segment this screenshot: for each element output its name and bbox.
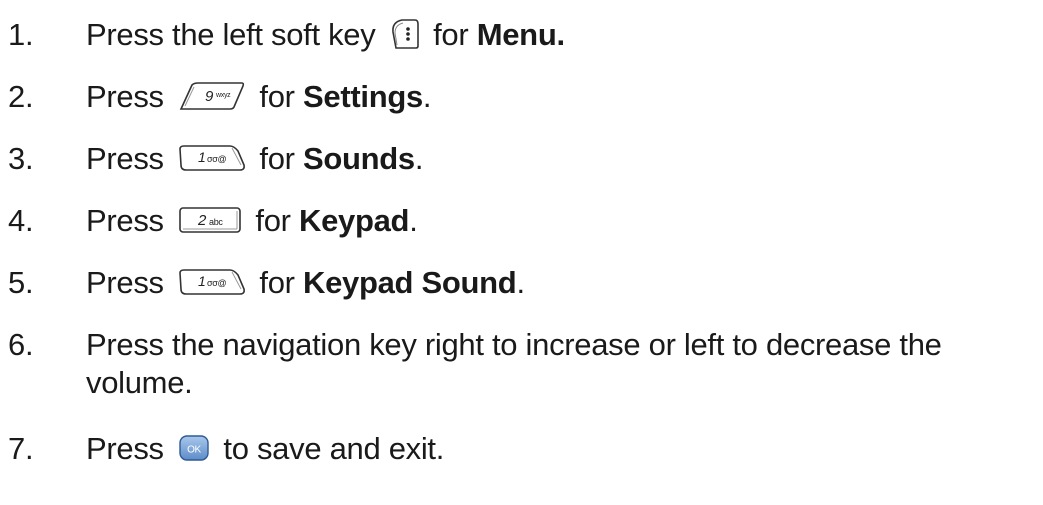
step-prefix: Press [86, 203, 164, 238]
ok-key-text: OK [187, 444, 201, 455]
step-number: 6. [8, 327, 34, 362]
key-letters: σσ@ [207, 154, 227, 164]
step-middle: for [259, 79, 295, 114]
step-text: Press 9 wxyz for Settings. [86, 78, 1036, 116]
key-digit: 1 [198, 273, 206, 289]
key-2-abc-icon: 2 abc [178, 206, 242, 234]
key-1-voicemail-icon: 1 σσ@ [178, 143, 246, 173]
step-number: 1. [8, 17, 34, 52]
step-text: Press 1 σσ@ for Keypad Sound. [86, 264, 1036, 302]
step-prefix: Press [86, 431, 164, 466]
step-suffix: . [516, 265, 525, 300]
step-suffix: . [409, 203, 418, 238]
menu-label: Menu. [476, 17, 565, 52]
step-prefix: Press [86, 265, 164, 300]
step-number: 3. [8, 141, 34, 176]
step-number: 2. [8, 79, 34, 114]
step-suffix: to save and exit. [223, 431, 445, 466]
ok-key-icon: OK [178, 434, 210, 462]
step-text: Press the left soft key for Menu. [86, 16, 1036, 54]
key-digit: 2 [197, 212, 207, 229]
step-middle: for [259, 265, 295, 300]
step-text: Press OK to save and exit. [86, 430, 1036, 468]
step-prefix: Press [86, 79, 164, 114]
step-suffix: . [422, 79, 432, 114]
step-text: Press 1 σσ@ for Sounds. [86, 140, 1036, 178]
key-letters: σσ@ [207, 278, 227, 288]
key-digit: 1 [198, 149, 206, 165]
step-number: 4. [8, 203, 34, 238]
step-prefix: Press the left soft key [86, 17, 376, 52]
keypad-label: Keypad [299, 203, 410, 238]
step-prefix: Press [86, 141, 164, 176]
keypad-sound-label: Keypad Sound [303, 265, 517, 300]
left-soft-key-icon [390, 18, 420, 50]
settings-label: Settings [303, 79, 423, 114]
key-9-wxyz-icon: 9 wxyz [178, 81, 246, 111]
step-middle: for [259, 141, 295, 176]
step-number: 5. [8, 265, 34, 300]
step-text: Press 2 abc for Keypad. [86, 202, 1036, 240]
key-letters: wxyz [215, 92, 231, 99]
key-digit: 9 [205, 88, 214, 105]
key-letters: abc [209, 217, 223, 227]
step-suffix: . [414, 141, 424, 176]
step-text: Press the navigation key right to increa… [86, 327, 942, 400]
step-middle: for [255, 203, 291, 238]
sounds-label: Sounds [303, 141, 415, 176]
key-1-voicemail-icon: 1 σσ@ [178, 267, 246, 297]
step-number: 7. [8, 431, 34, 466]
step-middle: for [433, 17, 469, 52]
